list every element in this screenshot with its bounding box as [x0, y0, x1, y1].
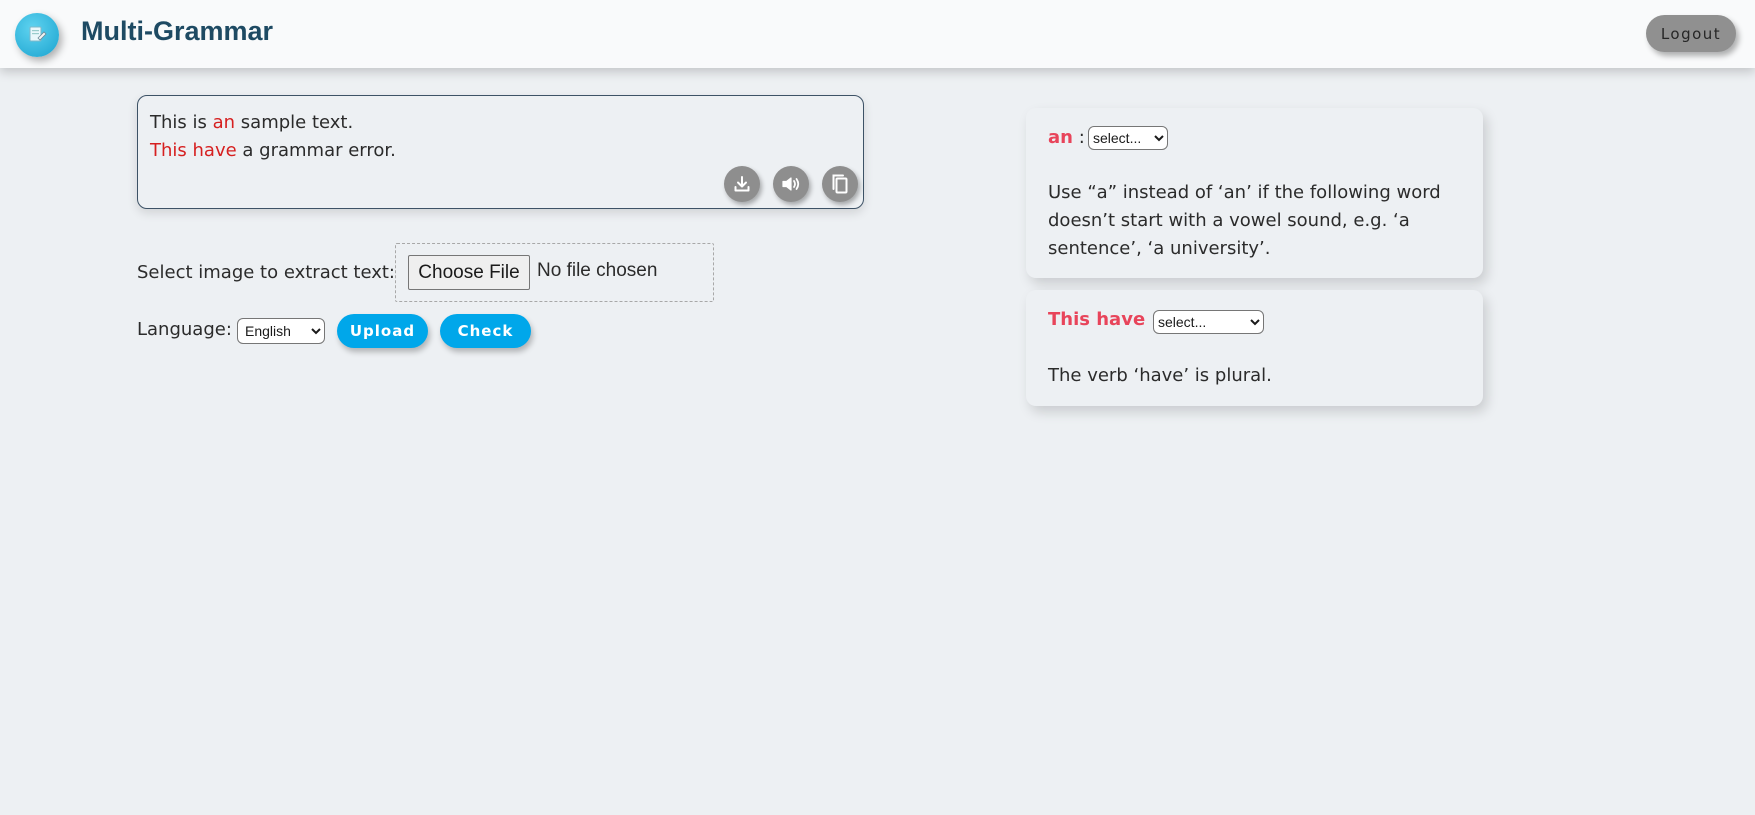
app-title: Multi-Grammar — [81, 16, 274, 46]
copy-button[interactable] — [822, 166, 858, 202]
suggestion-message: Use “a” instead of ‘an’ if the following… — [1048, 182, 1441, 259]
suggestion-select[interactable]: select... — [1088, 126, 1168, 150]
suggestion-word: an — [1048, 127, 1073, 148]
language-label: Language: — [137, 319, 232, 340]
error-highlight[interactable]: This have — [150, 140, 237, 161]
editor-text: a grammar error. — [236, 140, 396, 161]
copy-icon — [832, 174, 848, 194]
editor-text: This is — [150, 112, 213, 133]
editor-line-2: This have a grammar error. — [150, 137, 851, 165]
top-bar: Multi-Grammar Logout — [0, 0, 1755, 68]
check-button[interactable]: Check — [440, 314, 531, 348]
download-button[interactable] — [724, 166, 760, 202]
logout-button[interactable]: Logout — [1646, 15, 1736, 52]
choose-file-button[interactable]: Choose File — [408, 255, 530, 290]
suggestion-select[interactable]: select... — [1153, 310, 1264, 334]
speak-button[interactable] — [773, 166, 809, 202]
speaker-icon — [782, 177, 800, 191]
document-edit-icon — [29, 26, 47, 42]
editor-line-1: This is an sample text. — [150, 109, 851, 137]
app-logo[interactable] — [15, 13, 59, 57]
suggestion-card: This have : select... The verb ‘have’ is… — [1026, 290, 1483, 406]
suggestion-word: This have — [1048, 309, 1146, 330]
upload-button[interactable]: Upload — [337, 314, 428, 348]
editor-text: sample text. — [235, 112, 354, 133]
text-editor[interactable]: This is an sample text. This have a gram… — [137, 95, 864, 209]
suggestion-separator: : — [1078, 127, 1085, 148]
image-extract-label: Select image to extract text: — [137, 262, 395, 283]
file-input[interactable]: Choose File No file chosen — [395, 243, 714, 302]
file-status: No file chosen — [537, 260, 658, 281]
suggestion-header: This have : — [1048, 309, 1157, 330]
language-select[interactable]: English — [237, 318, 325, 344]
suggestion-message: The verb ‘have’ is plural. — [1048, 365, 1272, 386]
suggestion-card: an : select... Use “a” instead of ‘an’ i… — [1026, 108, 1483, 278]
error-highlight[interactable]: an — [213, 112, 235, 133]
download-icon — [734, 176, 750, 192]
suggestion-header: an : — [1048, 127, 1085, 148]
